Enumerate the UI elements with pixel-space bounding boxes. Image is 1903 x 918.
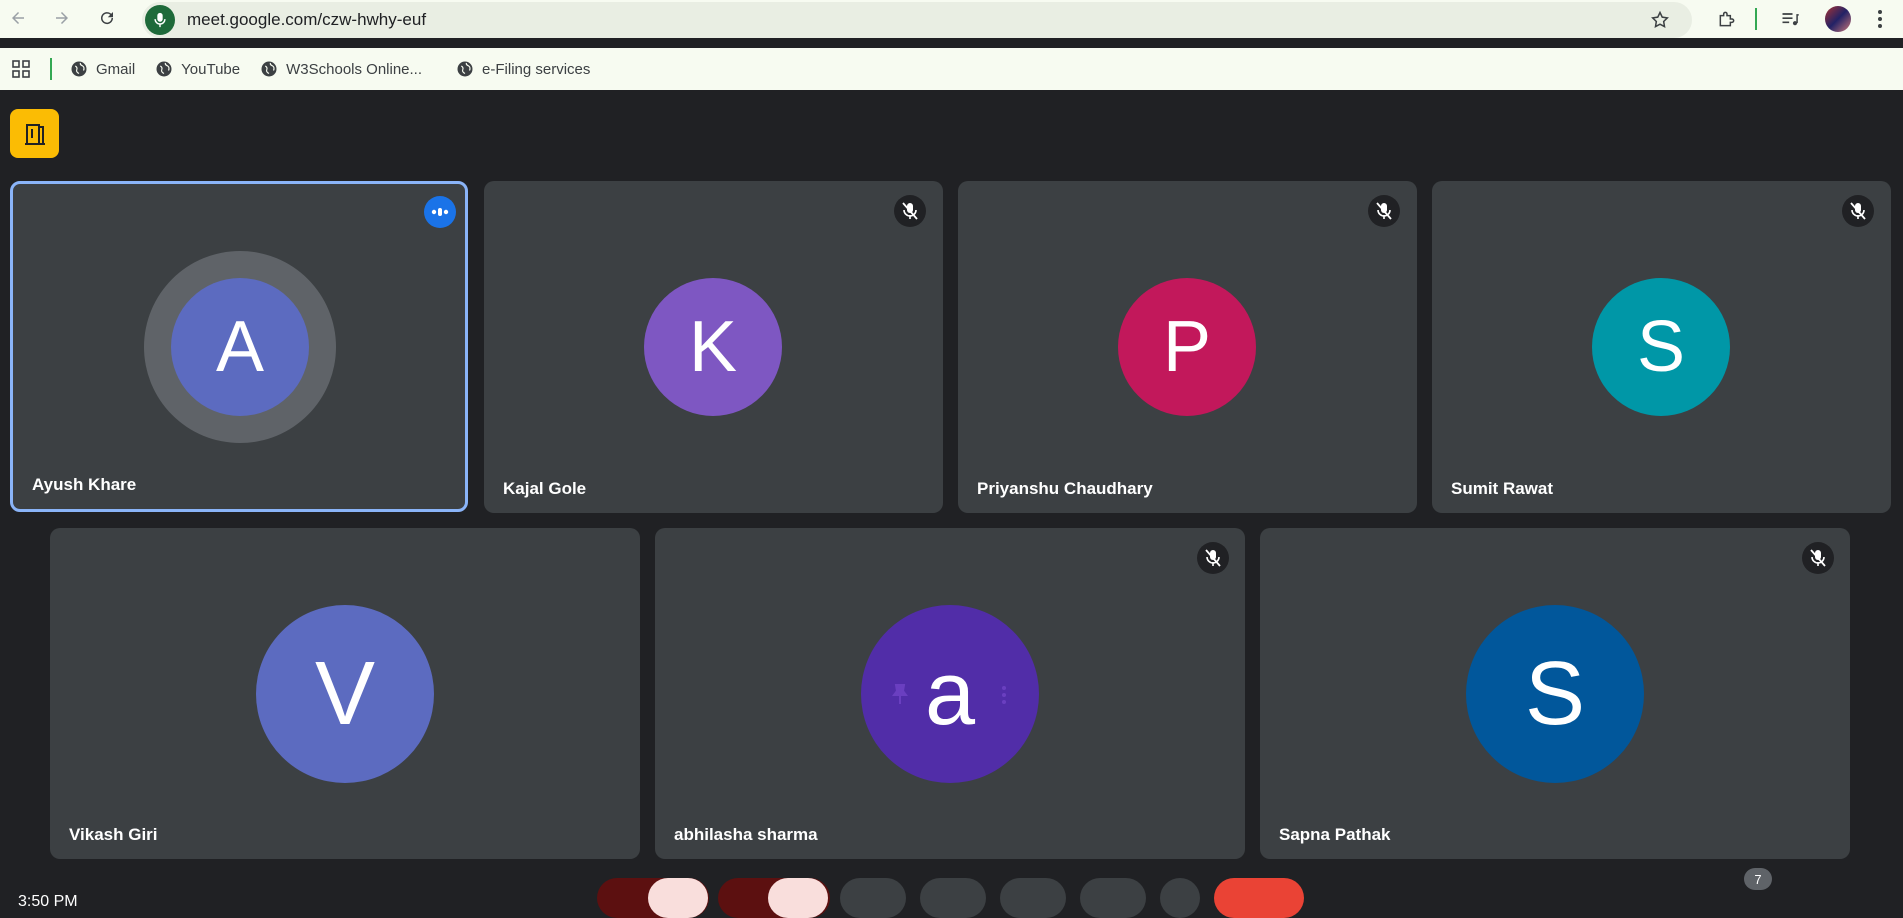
back-arrow-icon (12, 12, 24, 24)
mic-off-icon (1197, 542, 1229, 574)
avatar: P (1118, 278, 1256, 416)
kebab-menu-icon (1878, 10, 1882, 28)
raise-hand-button[interactable] (1080, 878, 1146, 918)
bookmark-label: Gmail (96, 60, 136, 78)
camera-off-icon (768, 878, 828, 918)
forward-button[interactable] (46, 2, 78, 34)
bookmark-label: e-Filing services (482, 60, 591, 78)
globe-icon (71, 61, 87, 77)
url-text: meet.google.com/czw-hwhy-euf (187, 10, 427, 29)
globe-icon (156, 61, 172, 77)
more-options-button[interactable] (1160, 878, 1200, 918)
door-icon (24, 123, 45, 145)
meeting-clock: 3:50 PM (18, 893, 78, 910)
reload-icon (101, 12, 114, 25)
captions-button[interactable] (840, 878, 906, 918)
participant-tile-ayush-khare[interactable]: A Ayush Khare (10, 181, 468, 512)
toolbar-divider (1755, 8, 1757, 30)
mic-off-icon (1842, 195, 1874, 227)
pin-icon[interactable] (892, 683, 908, 705)
profile-avatar[interactable] (1824, 4, 1852, 34)
bookmark-label: W3Schools Online... (286, 60, 423, 78)
participant-name: Vikash Giri (69, 825, 158, 844)
participant-tile-vikash-giri[interactable]: V Vikash Giri (50, 528, 640, 859)
participant-tile-kajal-gole[interactable]: K Kajal Gole (484, 181, 943, 513)
apps-grid-icon[interactable] (12, 60, 31, 84)
participant-tile-priyanshu-chaudhary[interactable]: P Priyanshu Chaudhary (958, 181, 1417, 513)
meeting-controls: 3:50 PM (0, 870, 1903, 918)
meeting-stage: A Ayush Khare K Kajal Gole P Priyanshu C… (0, 90, 1903, 903)
participant-name: Priyanshu Chaudhary (977, 479, 1153, 498)
bookmarks-bar: Gmail YouTube W3Schools Online... e-Fili… (0, 48, 1903, 90)
avatar: a (861, 605, 1039, 783)
present-screen-button[interactable] (1000, 878, 1066, 918)
bookmark-star-icon[interactable] (1650, 10, 1670, 30)
mic-off-icon (894, 195, 926, 227)
bookmark-gmail[interactable]: Gmail (70, 60, 135, 78)
participant-name: Kajal Gole (503, 479, 587, 498)
profile-avatar-icon (1825, 6, 1851, 32)
puzzle-icon (1719, 11, 1735, 27)
emoji-button[interactable] (920, 878, 986, 918)
avatar: S (1592, 278, 1730, 416)
participant-name: abhilasha sharma (674, 825, 818, 844)
bookmark-label: YouTube (181, 60, 241, 78)
participant-tile-abhilasha-sharma[interactable]: a abhilasha sharma (655, 528, 1245, 859)
bookmark-efiling[interactable]: e-Filing services (456, 60, 590, 78)
forward-arrow-icon (56, 12, 68, 24)
address-bar[interactable]: meet.google.com/czw-hwhy-euf (142, 2, 1692, 38)
globe-icon (261, 61, 277, 77)
avatar: A (171, 278, 309, 416)
mic-off-icon (1802, 542, 1834, 574)
bookmark-youtube[interactable]: YouTube (155, 60, 240, 78)
mic-off-icon (648, 878, 708, 918)
participant-name: Sapna Pathak (1279, 825, 1391, 844)
participant-tile-sumit-rawat[interactable]: S Sumit Rawat (1432, 181, 1891, 513)
browser-menu-button[interactable] (1868, 4, 1892, 34)
globe-icon (457, 61, 473, 77)
leave-call-button[interactable] (1214, 878, 1304, 918)
participant-tile-sapna-pathak[interactable]: S Sapna Pathak (1260, 528, 1850, 859)
microphone-active-icon[interactable] (145, 5, 175, 35)
back-button[interactable] (2, 2, 34, 34)
avatar: K (644, 278, 782, 416)
more-options-icon[interactable] (1001, 685, 1007, 705)
avatar: S (1466, 605, 1644, 783)
avatar: V (256, 605, 434, 783)
participant-count-badge: 7 (1744, 868, 1772, 890)
speaking-indicator-icon (424, 196, 456, 228)
media-controls-button[interactable] (1775, 4, 1805, 34)
playlist-icon (1782, 13, 1799, 26)
reload-button[interactable] (91, 2, 123, 34)
mic-off-icon (1368, 195, 1400, 227)
host-controls-button[interactable] (10, 109, 59, 158)
participant-name: Sumit Rawat (1451, 479, 1554, 498)
participant-name: Ayush Khare (32, 475, 137, 494)
bookmark-w3schools[interactable]: W3Schools Online... (260, 60, 422, 78)
browser-toolbar: meet.google.com/czw-hwhy-euf (0, 0, 1903, 38)
extensions-button[interactable] (1712, 4, 1742, 34)
